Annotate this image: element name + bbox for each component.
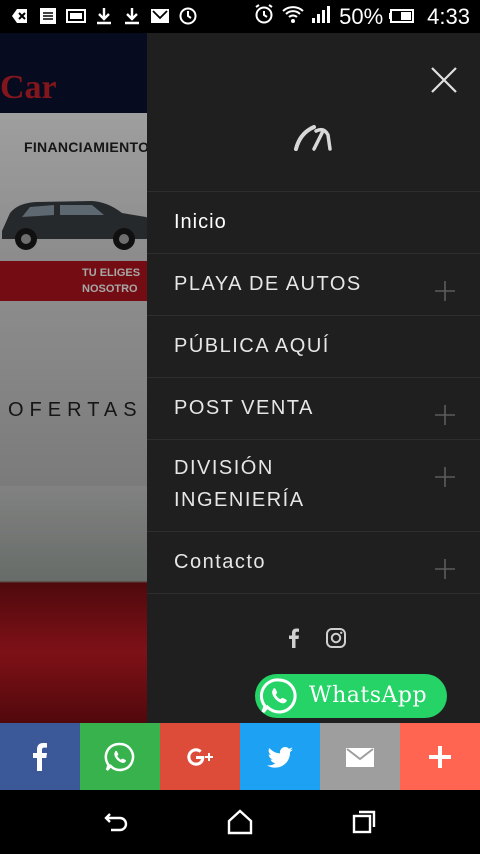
share-facebook-button[interactable] (0, 723, 80, 790)
divider (147, 593, 480, 594)
facebook-icon[interactable] (283, 627, 305, 649)
menu-item-label: PLAYA DE AUTOS (174, 273, 362, 295)
whatsapp-label: WhatsApp (309, 683, 428, 708)
notification-icons (10, 6, 198, 26)
menu-item-label-line-2: INGENIERÍA (174, 489, 305, 511)
clock: 4:33 (427, 4, 470, 29)
share-google-plus-button[interactable] (160, 723, 240, 790)
close-icon[interactable] (429, 65, 459, 95)
mail-icon (150, 6, 170, 26)
battery-percent: 50% (339, 4, 384, 29)
notes-icon (38, 6, 58, 26)
gallery-icon (66, 6, 86, 26)
menu-item-label: Contacto (174, 551, 267, 573)
whatsapp-icon (259, 678, 297, 714)
menu-item-division-ingenieria[interactable]: DIVISIÓN INGENIERÍA (147, 440, 480, 531)
whatsapp-button[interactable]: WhatsApp (255, 674, 447, 718)
signal-icon (311, 3, 333, 31)
menu-item-post-venta[interactable]: POST VENTA (147, 378, 480, 439)
recent-apps-icon[interactable] (350, 808, 378, 836)
google-plus-icon (187, 747, 213, 766)
status-right: 50% 4:33 (253, 3, 470, 31)
share-email-button[interactable] (320, 723, 400, 790)
wifi-icon (281, 3, 305, 31)
menu-item-inicio[interactable]: Inicio (147, 192, 480, 253)
navigation-drawer: Inicio PLAYA DE AUTOS PÚBLICA AQUÍ POST … (147, 33, 480, 723)
instagram-icon[interactable] (325, 627, 347, 649)
download-icon (94, 6, 114, 26)
home-icon[interactable] (226, 808, 254, 836)
menu-item-contacto[interactable]: Contacto (147, 532, 480, 593)
expand-plus-icon[interactable] (434, 280, 456, 302)
brand-logo-icon (294, 125, 332, 151)
share-twitter-button[interactable] (240, 723, 320, 790)
share-whatsapp-button[interactable] (80, 723, 160, 790)
menu-item-label: DIVISIÓN INGENIERÍA (174, 452, 305, 516)
battery-icon (389, 4, 415, 30)
menu-item-label: Inicio (174, 211, 227, 233)
sync-icon (178, 6, 198, 26)
social-links (283, 627, 347, 649)
menu-item-label-line-1: DIVISIÓN (174, 457, 274, 479)
download-icon (122, 6, 142, 26)
expand-plus-icon[interactable] (434, 404, 456, 426)
expand-plus-icon[interactable] (434, 466, 456, 488)
drawer-scrim[interactable] (0, 33, 147, 723)
menu-item-label: PÚBLICA AQUÍ (174, 335, 330, 357)
status-bar: 50% 4:33 (0, 0, 480, 33)
menu-item-playa-de-autos[interactable]: PLAYA DE AUTOS (147, 254, 480, 315)
system-nav-bar (0, 790, 480, 854)
twitter-icon (267, 746, 293, 768)
share-bar (0, 723, 480, 790)
add-icon (10, 6, 30, 26)
whatsapp-icon (104, 742, 135, 771)
share-more-button[interactable] (400, 723, 480, 790)
menu-item-publica-aqui[interactable]: PÚBLICA AQUÍ (147, 316, 480, 377)
plus-icon (429, 745, 451, 768)
expand-plus-icon[interactable] (434, 558, 456, 580)
facebook-icon (33, 742, 47, 771)
menu-item-label: POST VENTA (174, 397, 314, 419)
email-icon (346, 747, 374, 767)
alarm-icon (253, 3, 275, 31)
back-icon[interactable] (102, 808, 130, 836)
